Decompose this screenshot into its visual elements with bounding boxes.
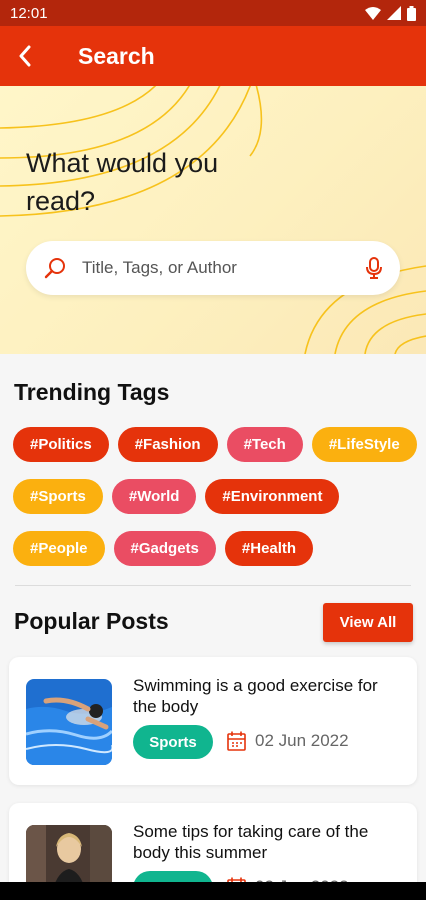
system-navigation-bar — [0, 882, 426, 900]
post-category-badge[interactable]: Sports — [133, 725, 213, 759]
post-card[interactable]: Swimming is a good exercise for the body… — [9, 657, 417, 785]
battery-icon — [407, 5, 416, 21]
post-thumbnail — [26, 679, 112, 765]
hero-title: What would you read? — [26, 148, 219, 216]
section-divider — [15, 585, 411, 586]
app-bar: Search — [0, 26, 426, 86]
tag-lifestyle[interactable]: #LifeStyle — [311, 427, 417, 462]
tag-list: #Politics #Fashion #Tech #LifeStyle #Spo… — [13, 427, 418, 566]
back-arrow-icon — [19, 45, 31, 67]
calendar-icon — [227, 731, 246, 751]
status-time: 12:01 — [10, 4, 48, 22]
microphone-icon[interactable] — [366, 257, 382, 279]
tag-politics[interactable]: #Politics — [13, 427, 109, 462]
tag-gadgets[interactable]: #Gadgets — [113, 531, 216, 566]
wifi-icon — [365, 6, 381, 20]
post-title: Swimming is a good exercise for the body — [133, 676, 378, 716]
back-button[interactable] — [0, 26, 50, 86]
popular-posts-title: Popular Posts — [14, 608, 169, 634]
post-title: Some tips for taking care of the body th… — [133, 822, 369, 862]
signal-icon — [387, 6, 401, 20]
search-icon — [44, 258, 65, 279]
status-icons — [365, 5, 416, 21]
trending-tags-title: Trending Tags — [14, 379, 170, 405]
tag-environment[interactable]: #Environment — [205, 479, 340, 514]
hero-banner: What would you read? — [0, 86, 426, 354]
tag-tech[interactable]: #Tech — [226, 427, 303, 462]
status-bar: 12:01 — [0, 0, 426, 26]
view-all-button[interactable]: View All — [323, 603, 413, 642]
decorative-lines — [0, 86, 426, 354]
search-box — [26, 241, 400, 295]
search-input[interactable] — [82, 258, 366, 278]
tag-world[interactable]: #World — [111, 479, 197, 514]
tag-sports[interactable]: #Sports — [13, 479, 103, 514]
post-date: 02 Jun 2022 — [255, 731, 349, 750]
tag-people[interactable]: #People — [13, 531, 105, 566]
page-title: Search — [78, 42, 155, 69]
tag-health[interactable]: #Health — [224, 531, 314, 566]
tag-fashion[interactable]: #Fashion — [117, 427, 218, 462]
